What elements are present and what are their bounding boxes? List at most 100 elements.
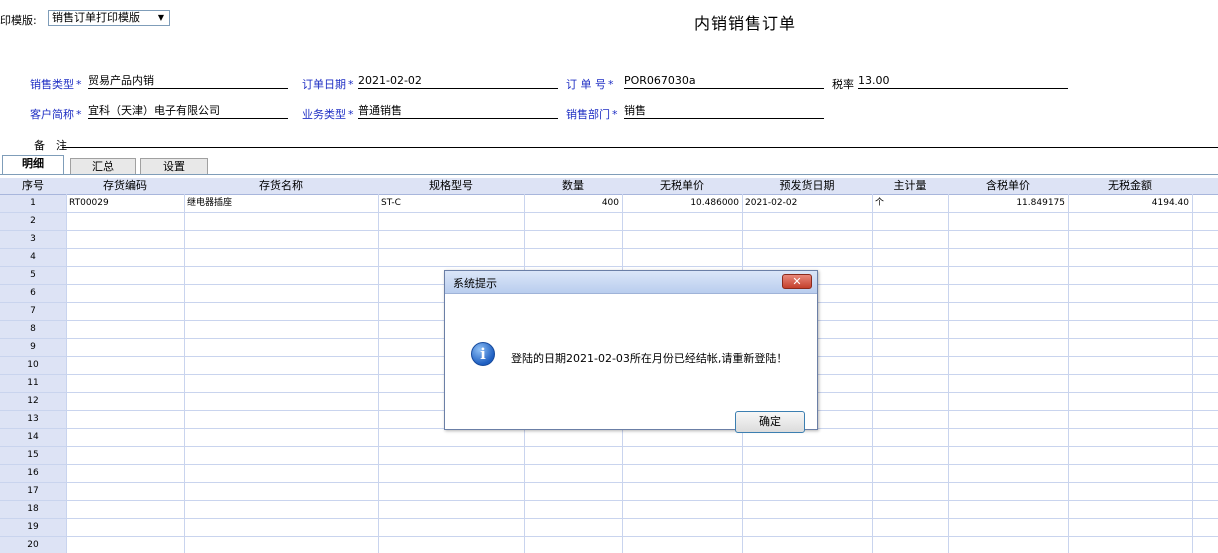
cell-unit[interactable] <box>872 483 948 500</box>
cell-tax-price[interactable] <box>948 537 1068 553</box>
cell-amount[interactable] <box>1068 501 1192 518</box>
cell-amount[interactable] <box>1068 447 1192 464</box>
cell-name[interactable] <box>184 411 378 428</box>
tax-rate-input[interactable]: 13.00 <box>858 74 1068 89</box>
cell-tax-price[interactable] <box>948 267 1068 284</box>
cell-tax-price[interactable] <box>948 339 1068 356</box>
cell-tax-price[interactable] <box>948 249 1068 266</box>
cell-name[interactable] <box>184 375 378 392</box>
cell-date[interactable] <box>742 465 872 482</box>
cell-unit[interactable] <box>872 537 948 553</box>
cell-price[interactable] <box>622 537 742 553</box>
cell-tax-price[interactable] <box>948 393 1068 410</box>
cell-price[interactable] <box>622 483 742 500</box>
cell-unit[interactable]: 个 <box>872 195 948 212</box>
col-header[interactable]: 存货名称 <box>184 178 378 194</box>
sales-type-input[interactable]: 贸易产品内销 <box>88 74 288 89</box>
cell-unit[interactable] <box>872 375 948 392</box>
cell-code[interactable] <box>66 501 184 518</box>
cell-amount[interactable] <box>1068 303 1192 320</box>
cell-code[interactable] <box>66 447 184 464</box>
cell-unit[interactable] <box>872 231 948 248</box>
cell-tax-price[interactable] <box>948 519 1068 536</box>
cell-qty[interactable] <box>524 537 622 553</box>
table-row[interactable]: 16 <box>0 465 1218 483</box>
cell-unit[interactable] <box>872 321 948 338</box>
cell-amount[interactable] <box>1068 321 1192 338</box>
cell-amount[interactable]: 4194.40 <box>1068 195 1192 212</box>
table-row[interactable]: 20 <box>0 537 1218 553</box>
cell-name[interactable] <box>184 267 378 284</box>
table-row[interactable]: 14 <box>0 429 1218 447</box>
cell-amount[interactable] <box>1068 339 1192 356</box>
tab-settings[interactable]: 设置 <box>140 158 208 174</box>
remark-input[interactable] <box>62 133 1218 148</box>
cell-spec[interactable] <box>378 249 524 266</box>
cell-price[interactable] <box>622 465 742 482</box>
cell-name[interactable] <box>184 231 378 248</box>
table-row[interactable]: 4 <box>0 249 1218 267</box>
cell-name[interactable] <box>184 285 378 302</box>
cell-tax-price[interactable] <box>948 231 1068 248</box>
cell-qty[interactable] <box>524 483 622 500</box>
cell-code[interactable] <box>66 537 184 553</box>
col-header[interactable]: 含税单价 <box>948 178 1068 194</box>
cell-spec[interactable] <box>378 213 524 230</box>
cell-spec[interactable] <box>378 447 524 464</box>
table-row[interactable]: 1 RT00029 继电器插座 ST-C 400 10.486000 2021-02-02 个… <box>0 195 1218 213</box>
col-header[interactable]: 数量 <box>524 178 622 194</box>
cell-tax-price[interactable] <box>948 285 1068 302</box>
cell-name[interactable] <box>184 501 378 518</box>
cell-amount[interactable] <box>1068 393 1192 410</box>
cell-unit[interactable] <box>872 213 948 230</box>
cell-spec[interactable] <box>378 519 524 536</box>
cell-code[interactable] <box>66 375 184 392</box>
table-row[interactable]: 17 <box>0 483 1218 501</box>
cell-code[interactable] <box>66 465 184 482</box>
cell-date[interactable] <box>742 537 872 553</box>
cell-unit[interactable] <box>872 447 948 464</box>
cell-name[interactable] <box>184 321 378 338</box>
cell-code[interactable] <box>66 411 184 428</box>
cell-qty[interactable] <box>524 519 622 536</box>
table-row[interactable]: 3 <box>0 231 1218 249</box>
cell-tax-price[interactable]: 11.849175 <box>948 195 1068 212</box>
cell-spec[interactable] <box>378 231 524 248</box>
cell-spec[interactable]: ST-C <box>378 195 524 212</box>
cell-amount[interactable] <box>1068 267 1192 284</box>
cell-price[interactable] <box>622 447 742 464</box>
business-type-input[interactable]: 普通销售 <box>358 104 558 119</box>
cell-code[interactable] <box>66 429 184 446</box>
cell-amount[interactable] <box>1068 231 1192 248</box>
cell-unit[interactable] <box>872 357 948 374</box>
cell-name[interactable] <box>184 429 378 446</box>
cell-tax-price[interactable] <box>948 465 1068 482</box>
order-no-input[interactable]: POR067030a <box>624 74 824 89</box>
order-date-input[interactable]: 2021-02-02 <box>358 74 558 89</box>
cell-code[interactable] <box>66 519 184 536</box>
cell-date[interactable] <box>742 213 872 230</box>
cell-code[interactable] <box>66 357 184 374</box>
cell-unit[interactable] <box>872 501 948 518</box>
table-row[interactable]: 15 <box>0 447 1218 465</box>
cell-qty[interactable] <box>524 249 622 266</box>
cell-tax-price[interactable] <box>948 357 1068 374</box>
cell-name[interactable] <box>184 519 378 536</box>
cell-date[interactable] <box>742 501 872 518</box>
cell-amount[interactable] <box>1068 285 1192 302</box>
cell-amount[interactable] <box>1068 411 1192 428</box>
cell-code[interactable] <box>66 303 184 320</box>
tab-summary[interactable]: 汇总 <box>70 158 136 174</box>
cell-name[interactable] <box>184 357 378 374</box>
cell-spec[interactable] <box>378 483 524 500</box>
cell-unit[interactable] <box>872 519 948 536</box>
cell-unit[interactable] <box>872 285 948 302</box>
cell-amount[interactable] <box>1068 465 1192 482</box>
cell-code[interactable] <box>66 483 184 500</box>
cell-price[interactable] <box>622 429 742 446</box>
cell-qty[interactable] <box>524 501 622 518</box>
cell-amount[interactable] <box>1068 519 1192 536</box>
cell-code[interactable] <box>66 231 184 248</box>
cell-date[interactable] <box>742 483 872 500</box>
cell-spec[interactable] <box>378 501 524 518</box>
